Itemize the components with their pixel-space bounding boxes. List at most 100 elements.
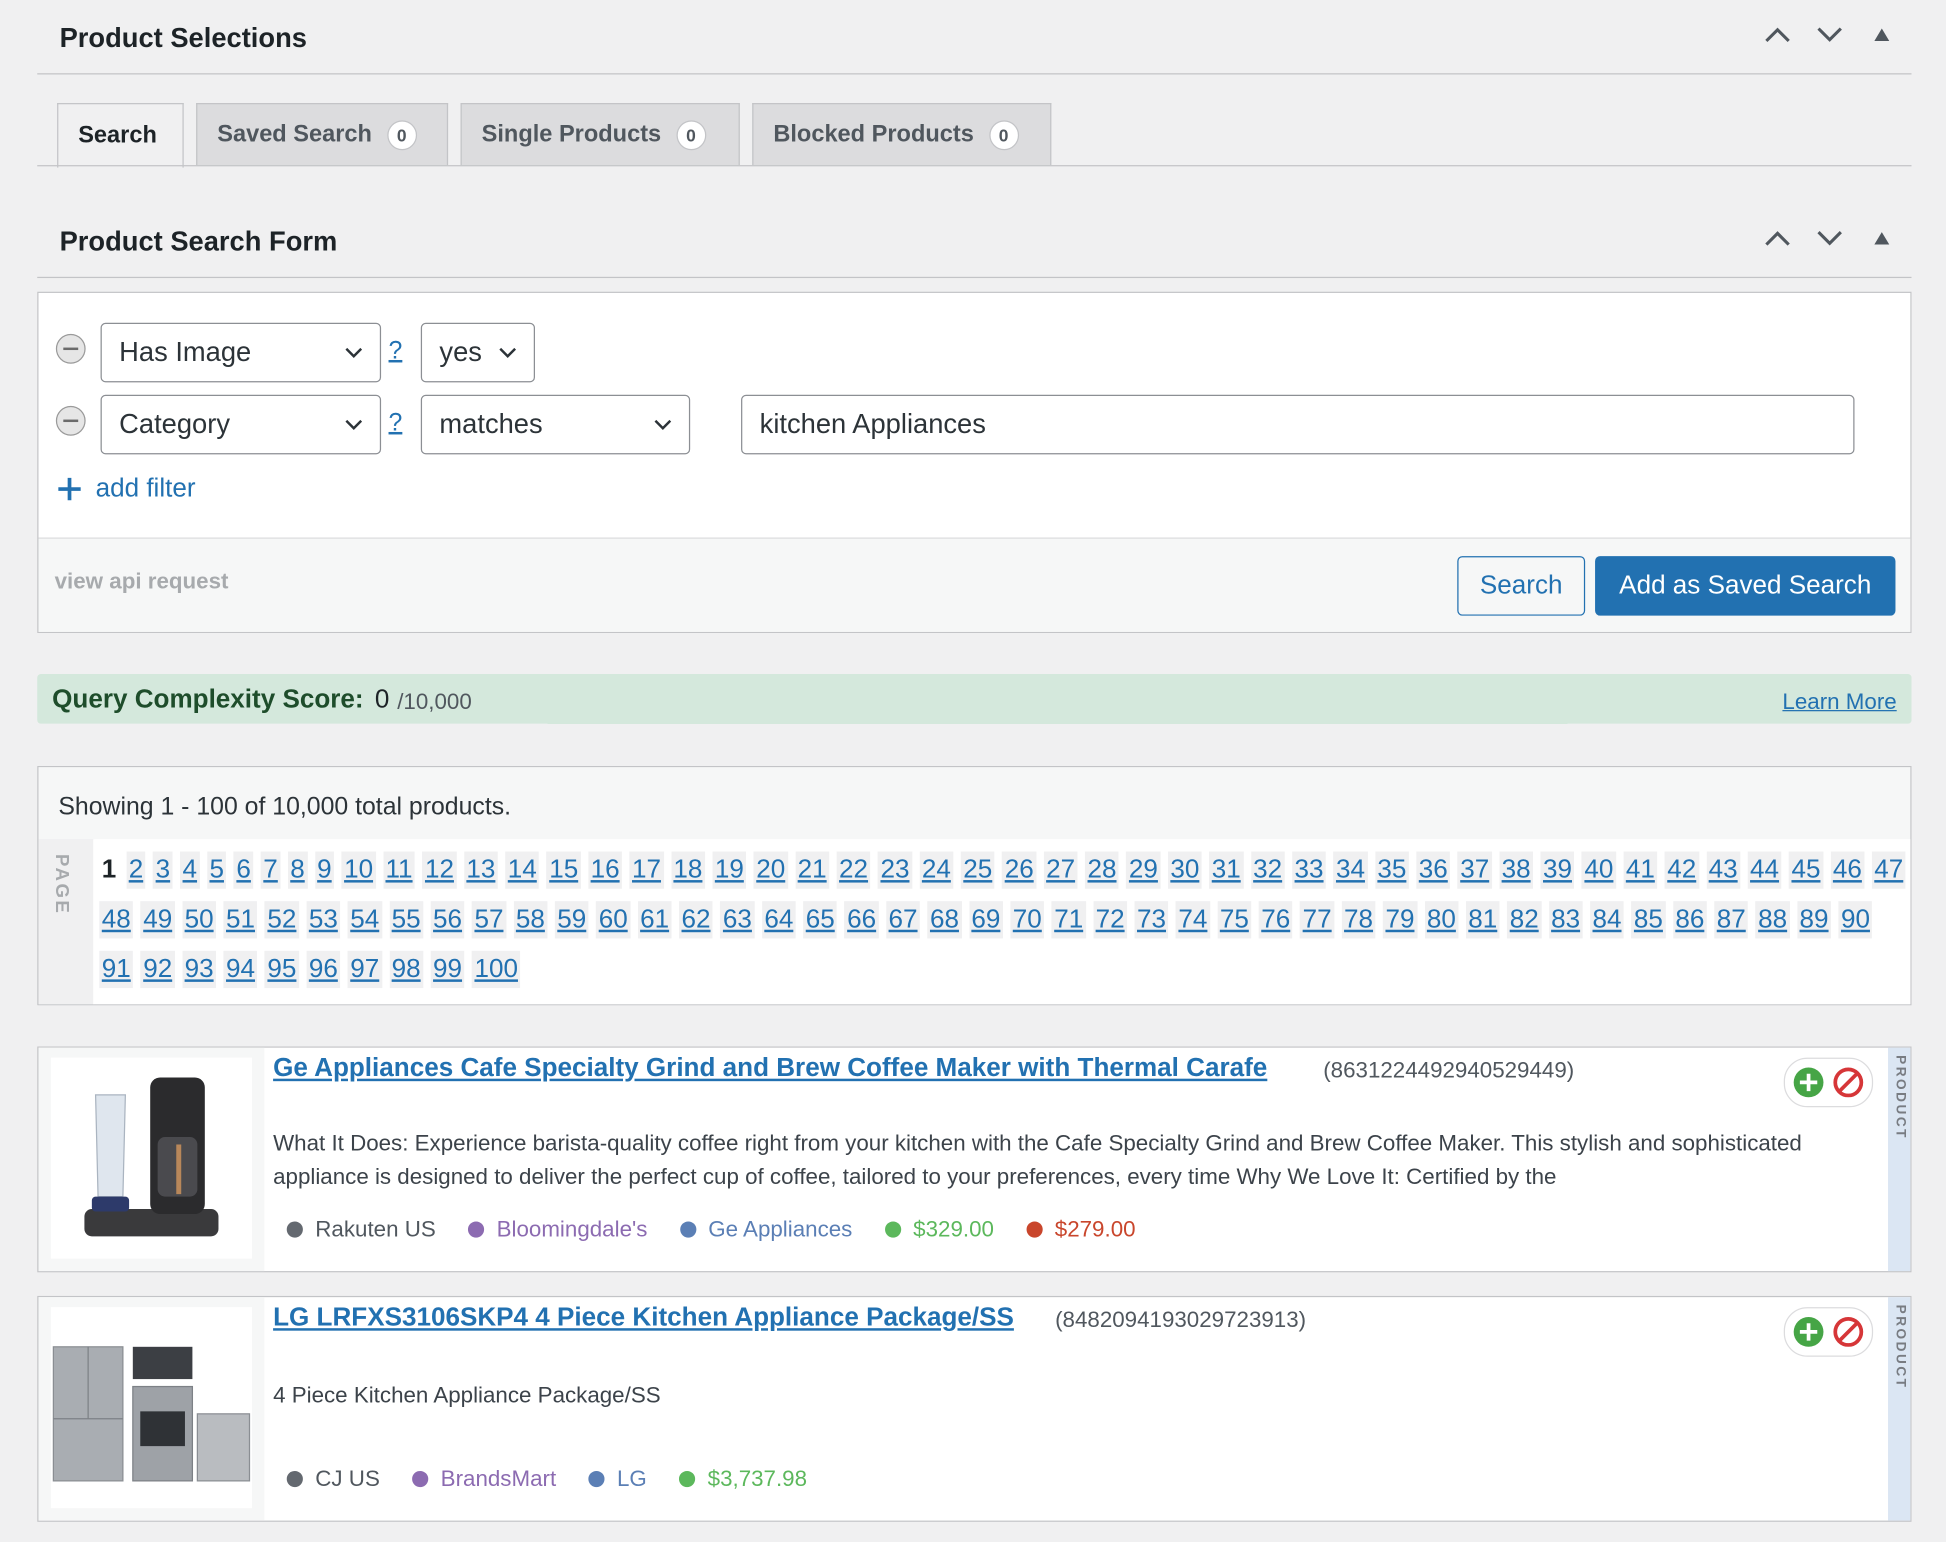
page-link[interactable]: 3 — [153, 851, 173, 889]
page-link[interactable]: 82 — [1507, 901, 1542, 939]
page-link[interactable]: 14 — [505, 851, 540, 889]
chevron-up-icon[interactable] — [1760, 17, 1795, 52]
chevron-up-icon[interactable] — [1760, 221, 1795, 256]
page-link[interactable]: 38 — [1499, 851, 1534, 889]
filter-help-link[interactable]: ? — [389, 338, 403, 367]
add-circle-icon[interactable] — [1792, 1316, 1824, 1348]
page-link[interactable]: 63 — [720, 901, 755, 939]
triangle-up-icon[interactable] — [1864, 221, 1899, 256]
page-link[interactable]: 72 — [1093, 901, 1128, 939]
page-link[interactable]: 41 — [1623, 851, 1658, 889]
page-link[interactable]: 89 — [1797, 901, 1832, 939]
tab-single-products[interactable]: Single Products 0 — [460, 103, 740, 166]
page-link[interactable]: 74 — [1175, 901, 1210, 939]
page-link[interactable]: 77 — [1300, 901, 1335, 939]
page-link[interactable]: 98 — [389, 950, 424, 989]
page-link[interactable]: 20 — [753, 851, 788, 889]
page-link[interactable]: 16 — [588, 851, 623, 889]
page-link[interactable]: 64 — [761, 901, 796, 939]
page-link[interactable]: 42 — [1664, 851, 1699, 889]
page-link[interactable]: 46 — [1830, 851, 1865, 889]
page-link[interactable]: 97 — [347, 950, 382, 989]
chevron-down-icon[interactable] — [1812, 17, 1847, 52]
triangle-up-icon[interactable] — [1864, 17, 1899, 52]
page-link[interactable]: 76 — [1258, 901, 1293, 939]
add-saved-search-button[interactable]: Add as Saved Search — [1595, 556, 1896, 616]
page-link[interactable]: 58 — [513, 901, 548, 939]
page-link[interactable]: 88 — [1755, 901, 1790, 939]
page-link[interactable]: 49 — [140, 901, 175, 939]
page-link[interactable]: 12 — [422, 851, 457, 889]
page-link[interactable]: 6 — [233, 851, 254, 889]
page-link[interactable]: 91 — [99, 950, 134, 989]
tab-search[interactable]: Search — [57, 103, 184, 168]
filter-value-input[interactable]: kitchen Appliances — [741, 394, 1855, 455]
page-link[interactable]: 87 — [1714, 901, 1749, 939]
page-link[interactable]: 60 — [596, 901, 631, 939]
page-link[interactable]: 93 — [182, 950, 217, 989]
page-link[interactable]: 84 — [1590, 901, 1624, 939]
page-link[interactable]: 27 — [1043, 851, 1078, 889]
page-link[interactable]: 4 — [180, 851, 200, 889]
page-link[interactable]: 15 — [546, 851, 581, 889]
page-link[interactable]: 17 — [629, 851, 664, 889]
page-link[interactable]: 55 — [389, 901, 424, 939]
page-link[interactable]: 39 — [1540, 851, 1575, 889]
page-link[interactable]: 48 — [99, 901, 134, 939]
page-link[interactable]: 54 — [347, 901, 382, 939]
page-link[interactable]: 43 — [1706, 851, 1741, 889]
page-link[interactable]: 90 — [1838, 901, 1873, 939]
page-link[interactable]: 47 — [1871, 851, 1906, 889]
page-link[interactable]: 44 — [1747, 851, 1782, 889]
page-link[interactable]: 23 — [877, 851, 912, 889]
learn-more-link[interactable]: Learn More — [1782, 689, 1896, 715]
page-link[interactable]: 5 — [206, 851, 227, 889]
page-link[interactable]: 57 — [471, 901, 506, 939]
page-link[interactable]: 24 — [919, 851, 954, 889]
page-link[interactable]: 62 — [679, 901, 713, 939]
page-link[interactable]: 86 — [1672, 901, 1707, 939]
filter-field-select[interactable]: Has Image — [100, 322, 382, 383]
page-link[interactable]: 75 — [1217, 901, 1252, 939]
page-link[interactable]: 68 — [927, 901, 962, 939]
page-link[interactable]: 13 — [463, 851, 498, 889]
page-link[interactable]: 53 — [306, 901, 341, 939]
page-link[interactable]: 29 — [1126, 851, 1161, 889]
filter-operator-select[interactable]: matches — [420, 394, 691, 455]
filter-operator-select[interactable]: yes — [420, 322, 536, 383]
page-link[interactable]: 52 — [264, 901, 299, 939]
page-link[interactable]: 56 — [430, 901, 465, 939]
page-link[interactable]: 31 — [1209, 851, 1244, 889]
page-link[interactable]: 2 — [126, 851, 146, 889]
page-link[interactable]: 61 — [637, 901, 672, 939]
page-link[interactable]: 95 — [264, 950, 299, 989]
search-button[interactable]: Search — [1457, 556, 1586, 616]
page-link[interactable]: 7 — [260, 851, 281, 889]
add-filter-link[interactable]: add filter — [56, 474, 196, 504]
page-link[interactable]: 66 — [844, 901, 879, 939]
page-link[interactable]: 36 — [1416, 851, 1451, 889]
remove-filter-icon[interactable] — [55, 405, 86, 436]
block-icon[interactable] — [1832, 1316, 1864, 1348]
page-link[interactable]: 51 — [223, 901, 258, 939]
page-link[interactable]: 100 — [471, 950, 521, 989]
page-link[interactable]: 11 — [382, 851, 416, 889]
chevron-down-icon[interactable] — [1812, 221, 1847, 256]
page-link[interactable]: 50 — [182, 901, 217, 939]
page-link[interactable]: 59 — [554, 901, 589, 939]
filter-help-link[interactable]: ? — [389, 410, 403, 439]
page-link[interactable]: 81 — [1465, 901, 1500, 939]
page-link[interactable]: 32 — [1250, 851, 1285, 889]
page-link[interactable]: 8 — [287, 851, 308, 889]
page-link[interactable]: 71 — [1051, 901, 1086, 939]
page-link[interactable]: 96 — [306, 950, 341, 989]
page-link[interactable]: 40 — [1581, 851, 1616, 889]
filter-field-select[interactable]: Category — [100, 394, 382, 455]
page-link[interactable]: 99 — [430, 950, 465, 989]
page-link[interactable]: 37 — [1457, 851, 1492, 889]
view-api-request-link[interactable]: view api request — [55, 569, 229, 595]
product-title-link[interactable]: LG LRFXS3106SKP4 4 Piece Kitchen Applian… — [273, 1303, 1014, 1333]
page-link[interactable]: 73 — [1134, 901, 1169, 939]
page-link[interactable]: 28 — [1085, 851, 1119, 889]
page-link[interactable]: 69 — [968, 901, 1003, 939]
